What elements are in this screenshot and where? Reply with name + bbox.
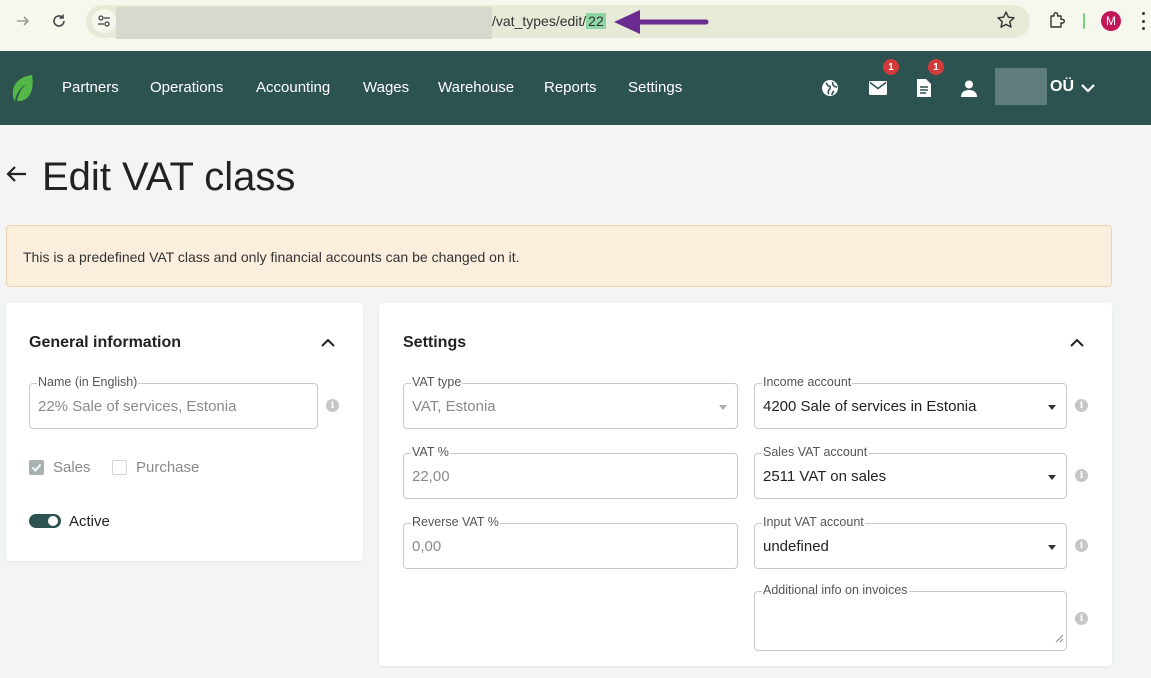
info-icon[interactable]: i [1075,539,1088,552]
name-field-label: Name (in English) [37,375,139,389]
company-name[interactable]: OÜ [1050,78,1074,96]
chevron-down-icon[interactable] [1080,81,1096,99]
url-id-highlight: 22 [586,13,606,29]
mail-icon[interactable] [867,77,889,99]
input-vat-account-value: undefined [763,538,829,555]
back-arrow-icon[interactable] [4,162,28,191]
settings-card: Settings VAT type VAT, Estonia VAT % 22,… [379,303,1112,666]
app-navbar: Partners Operations Accounting Wages War… [0,51,1151,125]
sales-vat-account-label: Sales VAT account [762,445,869,459]
input-vat-account-label: Input VAT account [762,515,865,529]
vat-percent-value: 22,00 [412,468,450,485]
url-path: /vat_types/edit/ [492,13,587,29]
document-badge: 1 [928,59,944,75]
resize-grip-icon[interactable] [1055,630,1064,648]
annotation-arrow-icon [612,8,710,41]
user-icon[interactable] [958,77,980,99]
reverse-vat-field[interactable]: Reverse VAT % 0,00 [403,515,738,569]
income-account-value: 4200 Sale of services in Estonia [763,398,977,415]
caret-down-icon [719,405,727,410]
additional-info-label: Additional info on invoices [762,583,909,597]
company-name-redacted [995,68,1047,105]
url-redacted [116,7,492,39]
nav-reports[interactable]: Reports [544,79,597,96]
info-icon[interactable]: i [1075,469,1088,482]
bookmark-star-icon[interactable] [996,10,1016,35]
purchase-label: Purchase [136,459,200,476]
vat-type-label: VAT type [411,375,463,389]
address-bar[interactable]: /vat_types/edit/22 [86,5,1030,39]
purchase-checkbox[interactable] [112,460,127,475]
document-icon[interactable] [913,77,935,99]
info-icon[interactable]: i [1075,612,1088,625]
mail-badge: 1 [883,59,899,75]
vat-percent-field[interactable]: VAT % 22,00 [403,445,738,499]
toolbar-divider [1083,13,1085,29]
sales-vat-account-select[interactable]: Sales VAT account 2511 VAT on sales [754,445,1067,499]
toggle-knob [48,516,58,526]
info-icon[interactable]: i [1075,399,1088,412]
sales-label: Sales [53,459,91,476]
reload-icon[interactable] [46,8,72,34]
extensions-icon[interactable] [1047,10,1067,35]
nav-settings[interactable]: Settings [628,79,682,96]
caret-down-icon [1048,545,1056,550]
forward-icon[interactable] [10,8,36,34]
input-vat-account-select[interactable]: Input VAT account undefined [754,515,1067,569]
active-label: Active [69,513,110,530]
url-text: /vat_types/edit/22 [492,13,606,29]
nav-operations[interactable]: Operations [150,79,223,96]
active-toggle[interactable] [29,514,61,528]
caret-down-icon [1048,475,1056,480]
income-account-select[interactable]: Income account 4200 Sale of services in … [754,375,1067,429]
nav-wages[interactable]: Wages [363,79,409,96]
additional-info-textarea[interactable]: Additional info on invoices [754,583,1067,651]
nav-accounting[interactable]: Accounting [256,79,330,96]
collapse-chevron-icon[interactable] [1069,336,1085,354]
notice-text: This is a predefined VAT class and only … [23,249,520,265]
sales-vat-account-value: 2511 VAT on sales [763,468,887,485]
vat-type-select[interactable]: VAT type VAT, Estonia [403,375,738,429]
predefined-notice: This is a predefined VAT class and only … [6,225,1112,287]
profile-avatar[interactable]: M [1101,11,1121,31]
vat-type-value: VAT, Estonia [412,398,496,415]
nav-warehouse[interactable]: Warehouse [438,79,514,96]
general-card-title: General information [29,334,182,351]
collapse-chevron-icon[interactable] [320,336,336,354]
income-account-label: Income account [762,375,853,389]
leaf-logo-icon[interactable] [10,73,36,108]
browser-toolbar: /vat_types/edit/22 M [0,0,1151,51]
globe-icon[interactable] [819,77,841,99]
name-field-value: 22% Sale of services, Estonia [38,398,237,415]
browser-menu-icon[interactable] [1140,12,1146,30]
reverse-vat-value: 0,00 [412,538,442,555]
settings-card-title: Settings [403,334,467,351]
name-field[interactable]: Name (in English) 22% Sale of services, … [29,375,318,429]
sales-checkbox[interactable] [29,460,44,475]
caret-down-icon [1048,405,1056,410]
info-icon[interactable]: i [326,399,339,412]
reverse-vat-label: Reverse VAT % [411,515,500,529]
site-settings-icon[interactable] [92,9,116,33]
page-title: Edit VAT class [42,155,296,199]
nav-partners[interactable]: Partners [62,79,119,96]
vat-percent-label: VAT % [411,445,450,459]
